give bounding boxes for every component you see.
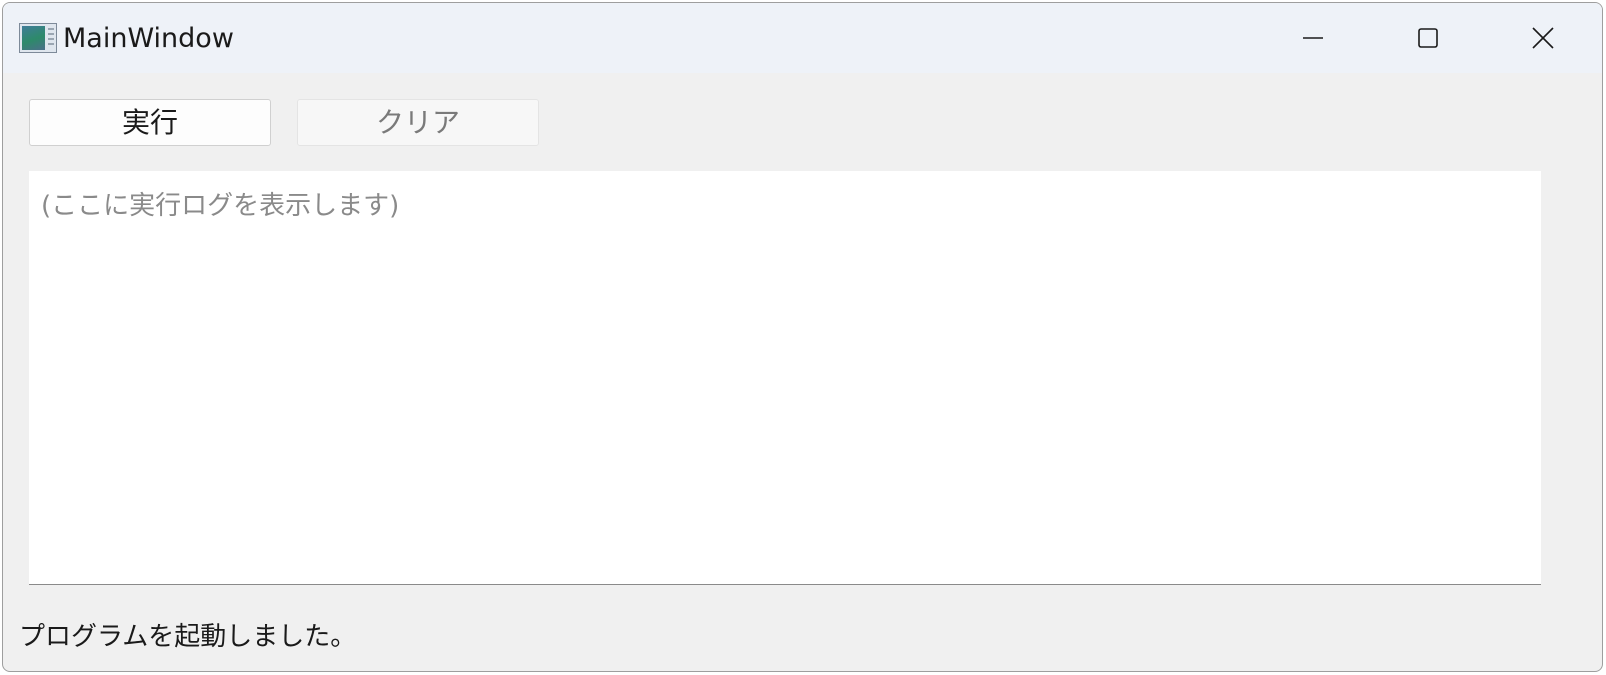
- maximize-icon: [1418, 28, 1438, 48]
- run-button[interactable]: 実行: [29, 99, 271, 146]
- title-bar[interactable]: MainWindow: [3, 3, 1602, 73]
- minimize-button[interactable]: [1258, 3, 1368, 73]
- main-window: MainWindow 実行 クリア (ここに実行ログを表示します) プログラムを…: [2, 2, 1603, 672]
- status-text: プログラムを起動しました。: [19, 622, 357, 652]
- clear-button[interactable]: クリア: [297, 99, 539, 146]
- app-window-icon: [19, 23, 57, 53]
- log-placeholder: (ここに実行ログを表示します): [41, 191, 400, 221]
- window-title: MainWindow: [63, 23, 234, 54]
- minimize-icon: [1303, 37, 1323, 39]
- maximize-button[interactable]: [1373, 3, 1483, 73]
- log-output-area[interactable]: (ここに実行ログを表示します): [29, 171, 1541, 585]
- close-button[interactable]: [1488, 3, 1598, 73]
- close-icon: [1532, 27, 1554, 49]
